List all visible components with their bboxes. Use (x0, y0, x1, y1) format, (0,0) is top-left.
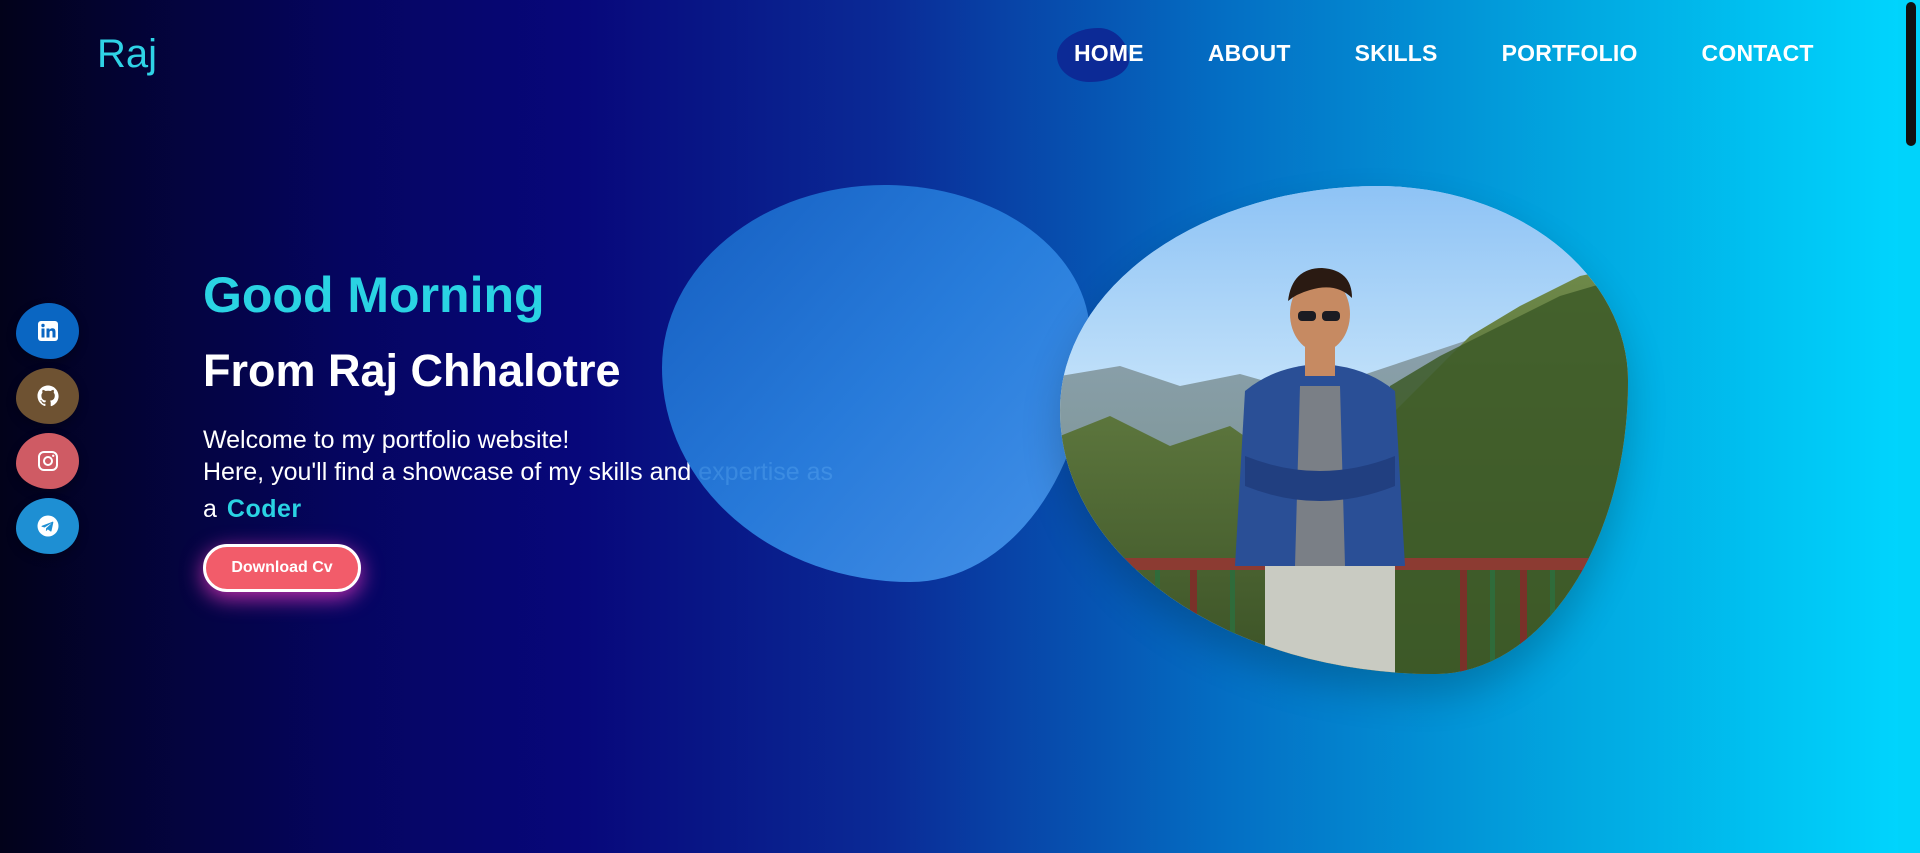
nav-skills[interactable]: SKILLS (1355, 40, 1438, 67)
role-text: Coder (226, 495, 302, 523)
telegram-link[interactable] (16, 498, 79, 554)
greeting-heading: Good Morning (203, 267, 545, 323)
nav-portfolio[interactable]: PORTFOLIO (1502, 40, 1638, 67)
name-heading: From Raj Chhalotre (203, 345, 621, 396)
github-link[interactable] (16, 368, 79, 424)
instagram-link[interactable] (16, 433, 79, 489)
telegram-icon (37, 515, 58, 537)
nav-about[interactable]: ABOUT (1208, 40, 1291, 67)
nav-home[interactable]: HOME (1074, 40, 1144, 67)
main-nav: HOME ABOUT SKILLS PORTFOLIO CONTACT (1074, 40, 1814, 67)
linkedin-link[interactable] (16, 303, 79, 359)
role-line: a Coder (203, 495, 302, 524)
profile-photo (1060, 186, 1628, 674)
site-logo[interactable]: Raj (97, 32, 157, 77)
github-icon (37, 385, 59, 407)
scrollbar-thumb[interactable] (1906, 2, 1916, 146)
instagram-icon (37, 451, 58, 471)
page: Raj HOME ABOUT SKILLS PORTFOLIO CONTACT (0, 0, 1920, 853)
download-cv-button[interactable]: Download Cv (203, 544, 361, 592)
nav-contact[interactable]: CONTACT (1702, 40, 1814, 67)
linkedin-icon (37, 321, 58, 341)
profile-photo-illustration (1060, 186, 1628, 674)
role-prefix: a (203, 495, 217, 523)
scrollbar[interactable] (1898, 0, 1920, 853)
decorative-blob (662, 185, 1090, 582)
